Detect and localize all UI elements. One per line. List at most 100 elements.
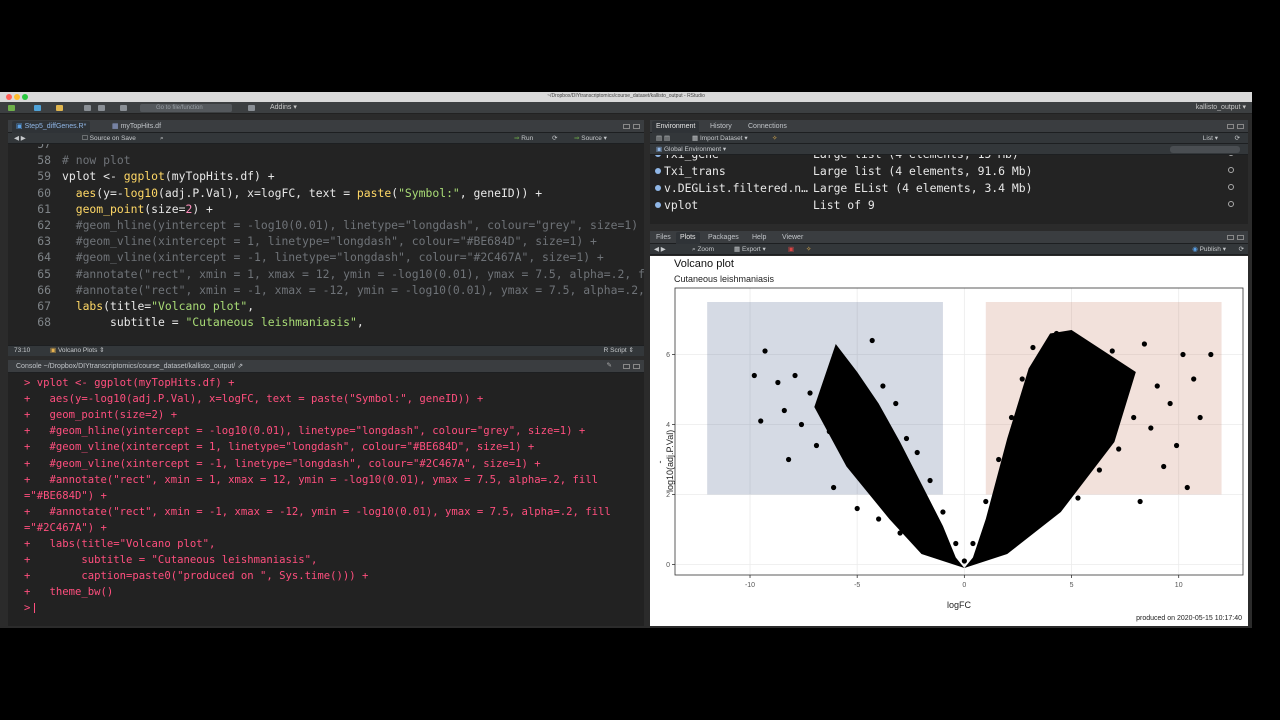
tab-connections[interactable]: Connections xyxy=(744,121,791,133)
list-icon[interactable] xyxy=(655,202,661,208)
run-button[interactable]: ⇒ Run xyxy=(514,133,533,144)
refresh-env-icon[interactable]: ⟳ xyxy=(1235,133,1240,144)
view-icon[interactable] xyxy=(1228,155,1234,156)
data-point xyxy=(1137,498,1143,505)
editor-toolbar: ◀ ▶ ☐ Source on Save ⌕ ⇒ Run ⟳ ⇒ Source … xyxy=(8,133,644,144)
code-line[interactable]: 59 vplot <- ggplot(myTopHits.df) + xyxy=(8,168,644,184)
import-dataset-button[interactable]: ▦ Import Dataset ▾ xyxy=(692,133,748,144)
console-line: ="#2C467A") + xyxy=(24,521,107,534)
save-icon[interactable] xyxy=(84,105,91,111)
env-maximize-button[interactable] xyxy=(1237,124,1244,129)
line-number: 60 xyxy=(37,185,51,200)
code-text: #annotate("rect", xmin = 1, xmax = 12, y… xyxy=(75,266,644,281)
code-line[interactable]: 67 labs(title="Volcano plot", xyxy=(8,298,644,314)
open-dir-icon[interactable]: ⇗ xyxy=(237,363,243,370)
x-axis-label: logFC xyxy=(947,600,972,610)
project-menu[interactable]: kallisto_output ▾ xyxy=(1196,103,1246,113)
tab-viewer[interactable]: Viewer xyxy=(778,232,807,244)
goto-file-input[interactable]: Go to file/function xyxy=(140,104,232,112)
file-type-selector[interactable]: R Script ⇕ xyxy=(604,346,634,356)
console-line: + labs(title="Volcano plot", xyxy=(24,538,216,550)
window-title: ~/Dropbox/DIYtranscriptomics/course_data… xyxy=(547,93,705,99)
rerun-icon[interactable]: ⟳ xyxy=(552,133,557,144)
publish-button[interactable]: ◉ Publish ▾ xyxy=(1192,244,1226,255)
y-axis-label: -log10(adj.P.Val) xyxy=(655,429,675,492)
tab-mytophits[interactable]: ▦ myTopHits.df xyxy=(108,121,165,133)
console-line: + aes(y=-log10(adj.P.Val), x=logFC, text… xyxy=(24,393,484,406)
save-all-icon[interactable] xyxy=(98,105,105,111)
data-point xyxy=(1148,425,1154,431)
tab-files[interactable]: Files xyxy=(652,232,675,244)
data-point xyxy=(813,442,820,449)
delete-plot-icon[interactable]: ▣ xyxy=(788,244,794,255)
code-line[interactable]: 58 # now plot xyxy=(8,152,644,168)
broom-icon[interactable]: ✧ xyxy=(772,133,777,144)
console-line: + subtitle = "Cutaneous leishmaniasis", xyxy=(24,554,318,567)
refresh-plot-icon[interactable]: ⟳ xyxy=(1239,244,1244,255)
clear-console-icon[interactable]: ✎ xyxy=(607,360,612,371)
search-icon[interactable]: ⌕ xyxy=(160,133,164,144)
tab-plots[interactable]: Plots xyxy=(676,232,700,244)
code-line[interactable]: 65 #annotate("rect", xmin = 1, xmax = 12… xyxy=(8,266,644,282)
zoom-button[interactable]: ⌕ Zoom xyxy=(692,244,714,255)
line-number: 61 xyxy=(37,201,51,216)
code-line[interactable]: 63 #geom_vline(xintercept = 1, linetype=… xyxy=(8,233,644,249)
back-icon[interactable]: ◀ ▶ xyxy=(14,133,26,144)
tab-help[interactable]: Help xyxy=(748,232,770,244)
env-name: Txi_trans xyxy=(664,164,726,178)
prev-plot-icon[interactable]: ◀ ▶ xyxy=(654,244,666,255)
code-editor[interactable]: 57 58 # now plot 59 vplot <- ggplot(myTopHit… xyxy=(8,144,644,345)
source-on-save-checkbox[interactable]: ☐ Source on Save xyxy=(82,133,136,144)
tab-packages[interactable]: Packages xyxy=(704,232,743,244)
env-row[interactable]: Txi_gene Large list (4 elements, 15 Mb) xyxy=(650,155,1248,163)
data-point xyxy=(1131,414,1137,421)
open-file-icon[interactable] xyxy=(56,105,63,111)
tab-step5-diffgenes[interactable]: ▣ Step5_diffGenes.R* xyxy=(12,121,91,133)
view-mode-button[interactable]: List ▾ xyxy=(1203,133,1218,144)
scope-dropdown[interactable]: ▣ Global Environment ▾ xyxy=(656,144,726,155)
env-row[interactable]: vplot List of 9 xyxy=(650,197,1248,214)
tab-environment[interactable]: Environment xyxy=(652,121,700,133)
data-point xyxy=(1086,439,1092,445)
code-line[interactable]: 66 #annotate("rect", xmin = -1, xmax = -… xyxy=(8,282,644,298)
plots-minimize-button[interactable] xyxy=(1227,235,1234,240)
grid-icon[interactable] xyxy=(248,105,255,111)
tab-history[interactable]: History xyxy=(706,121,736,133)
env-minimize-button[interactable] xyxy=(1227,124,1234,129)
export-button[interactable]: ▦ Export ▾ xyxy=(734,244,766,255)
list-icon[interactable] xyxy=(655,168,661,174)
console-maximize-button[interactable] xyxy=(633,364,640,369)
console-minimize-button[interactable] xyxy=(623,364,630,369)
env-row[interactable]: Txi_trans Large list (4 elements, 91.6 Mb… xyxy=(650,163,1248,180)
env-name: vplot xyxy=(664,198,699,212)
data-point xyxy=(1096,467,1102,473)
code-line[interactable]: 60 aes(y=-log10(adj.P.Val), x=logFC, tex… xyxy=(8,185,644,201)
code-line[interactable]: 57 xyxy=(8,144,644,152)
view-icon[interactable] xyxy=(1228,201,1234,207)
code-line[interactable]: 61 geom_point(size=2) + xyxy=(8,201,644,217)
scope-selector[interactable]: ▣ Volcano Plots ⇕ xyxy=(50,346,105,356)
console-output[interactable]: > vplot <- ggplot(myTopHits.df) + + aes(y… xyxy=(8,373,644,626)
view-icon[interactable] xyxy=(1228,167,1234,173)
env-row[interactable]: v.DEGList.filtered.n… Large EList (4 elem… xyxy=(650,180,1248,197)
addins-menu[interactable]: Addins ▾ xyxy=(270,103,297,113)
console-line: + #geom_hline(yintercept = -log10(0.01),… xyxy=(24,425,586,438)
clear-plots-icon[interactable]: ✧ xyxy=(806,244,811,255)
new-file-icon[interactable] xyxy=(8,105,15,111)
minimize-pane-button[interactable] xyxy=(623,124,630,129)
tab-mytophits-label: myTopHits.df xyxy=(120,123,162,130)
code-line[interactable]: 68 subtitle = "Cutaneous leishmaniasis", xyxy=(8,314,644,330)
source-button[interactable]: ⇒ Source ▾ xyxy=(574,133,607,144)
plots-maximize-button[interactable] xyxy=(1237,235,1244,240)
new-project-icon[interactable] xyxy=(34,105,41,111)
code-line[interactable]: 62 #geom_hline(yintercept = -log10(0.01)… xyxy=(8,217,644,233)
print-icon[interactable] xyxy=(120,105,127,111)
maximize-pane-button[interactable] xyxy=(633,124,640,129)
env-search-input[interactable] xyxy=(1170,146,1240,153)
environment-pane: Environment History Connections ▤ ▤ ▦ Im… xyxy=(650,120,1248,224)
list-icon[interactable] xyxy=(655,185,661,191)
list-icon[interactable] xyxy=(655,155,661,157)
load-workspace-icon[interactable]: ▤ ▤ xyxy=(656,133,670,144)
code-line[interactable]: 64 #geom_vline(xintercept = -1, linetype… xyxy=(8,249,644,265)
view-icon[interactable] xyxy=(1228,184,1234,190)
